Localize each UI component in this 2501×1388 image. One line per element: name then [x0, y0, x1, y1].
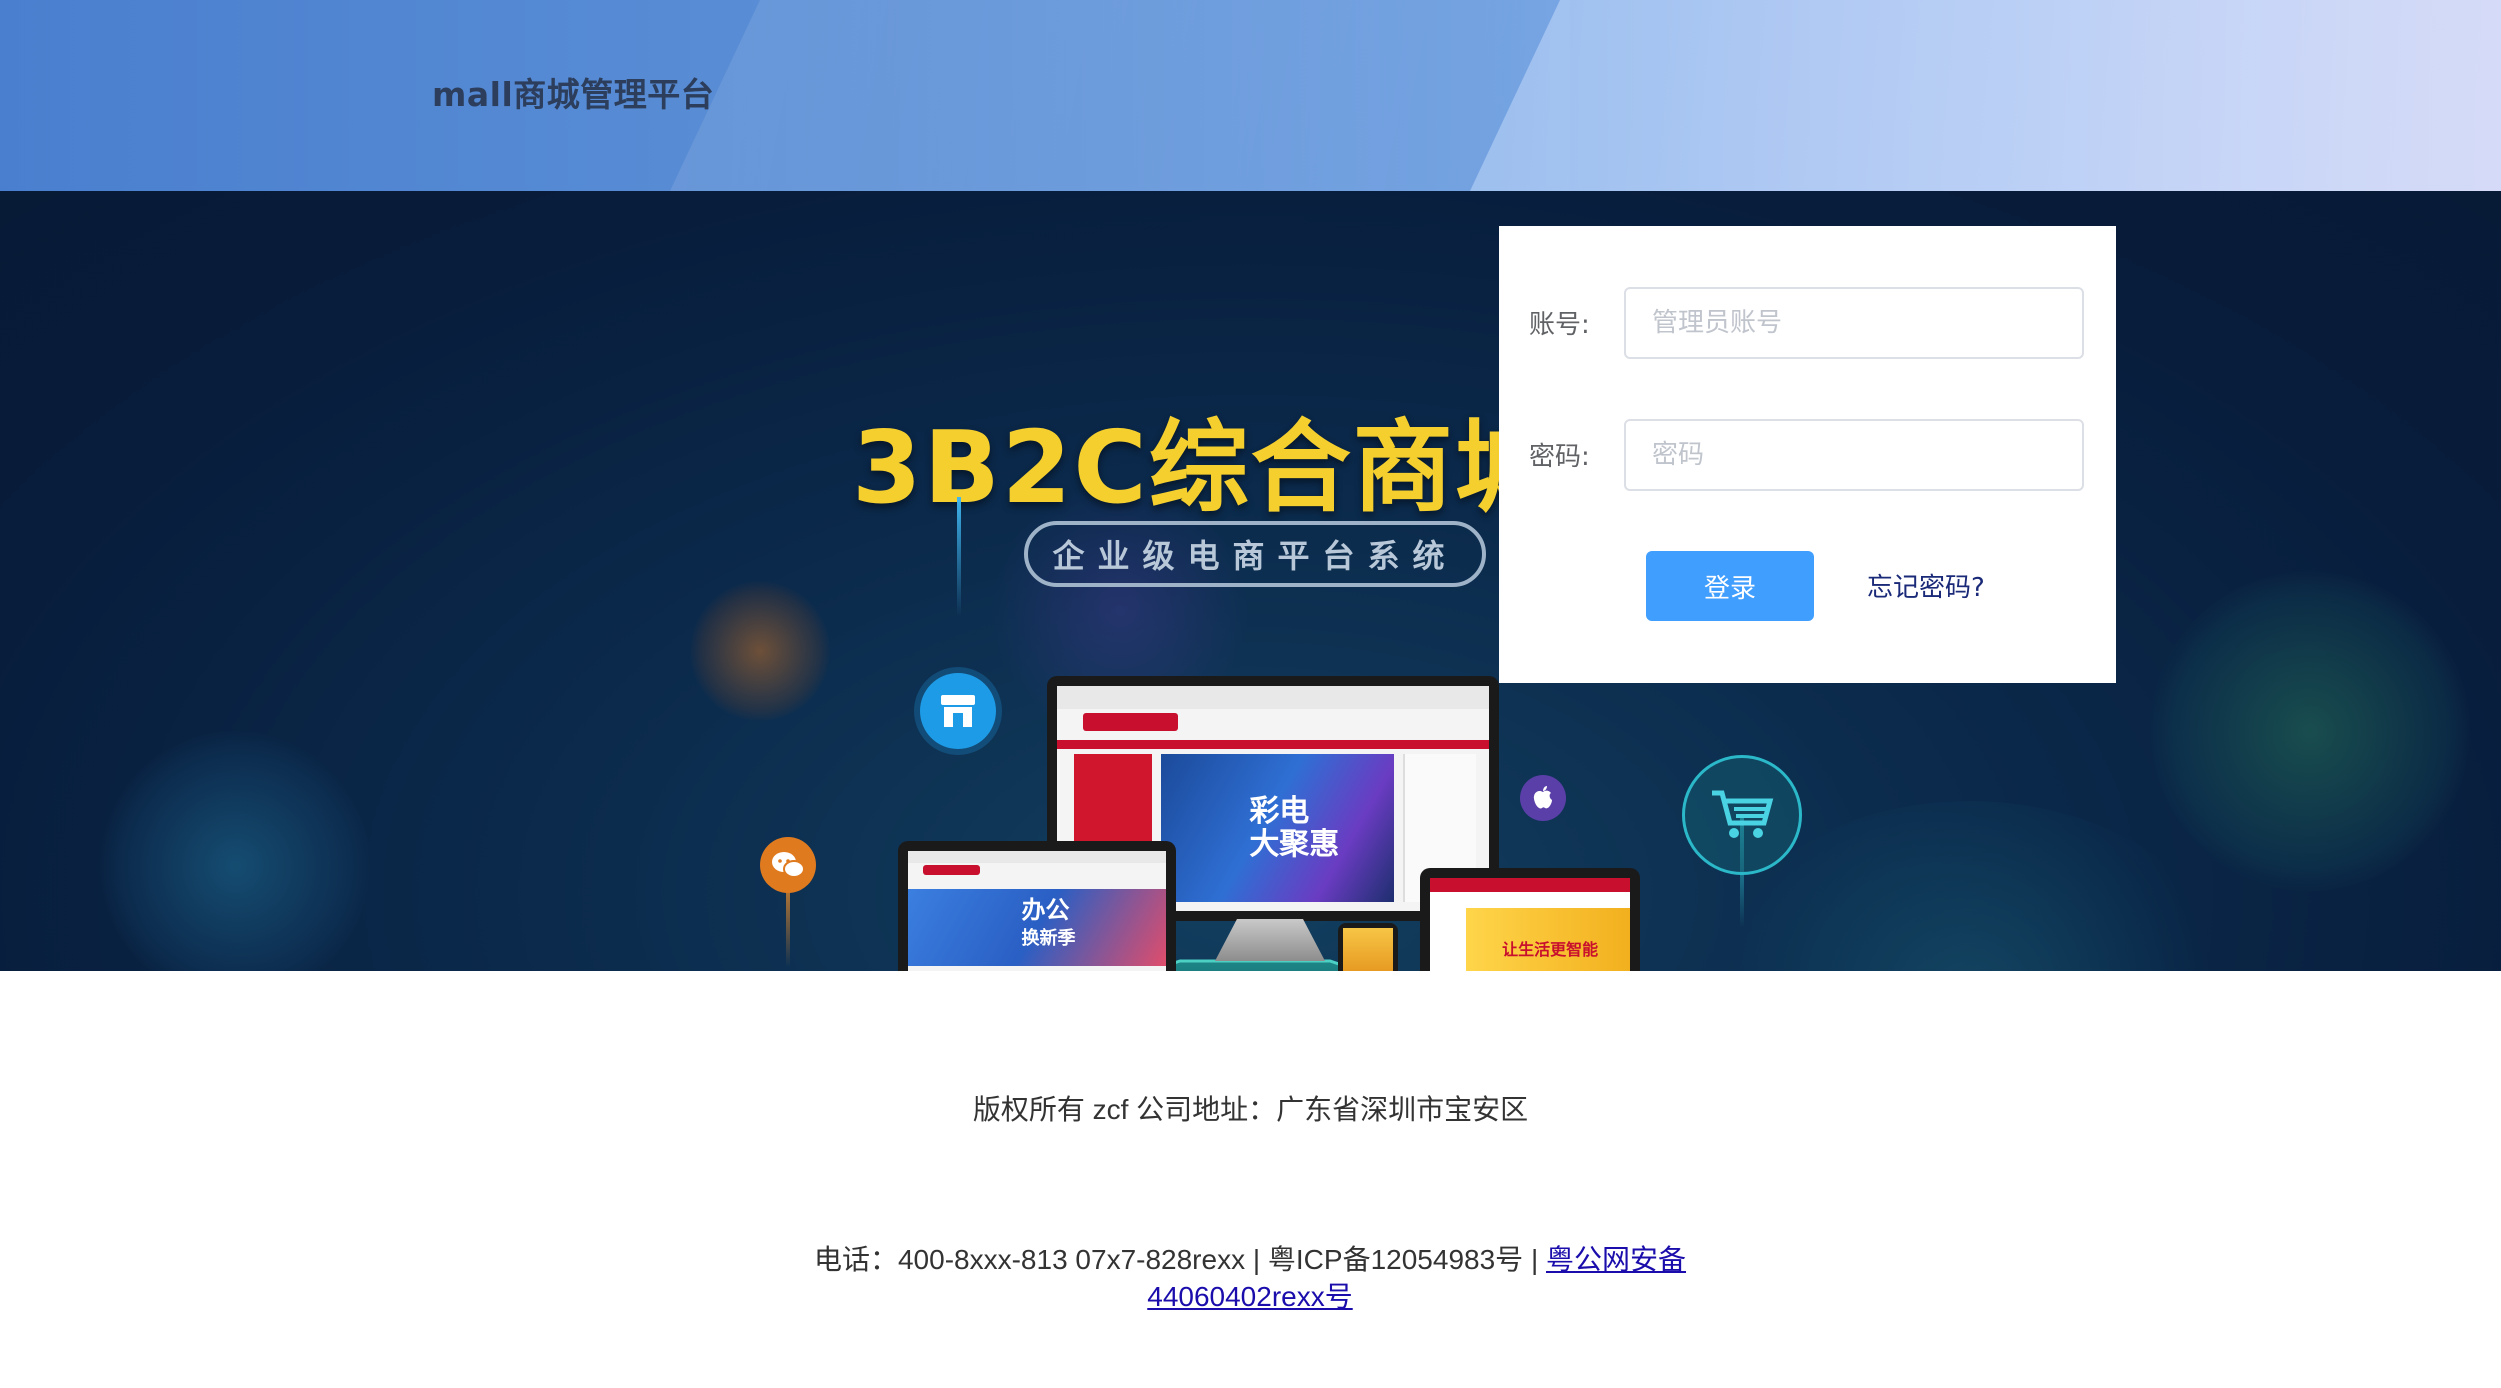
footer-contact-text: 电话：400-8xxx-813 07x7-828rexx | 粤ICP备1205…: [813, 1244, 1546, 1275]
forgot-password-link[interactable]: 忘记密码?: [1867, 567, 1985, 604]
top-header: mall商城管理平台: [0, 0, 2501, 191]
bg-glow-orange: [690, 581, 830, 721]
monitor-promo-banner: 彩电 大聚惠: [1160, 753, 1394, 902]
apple-icon: [1520, 775, 1566, 821]
laptop-text: 让生活更智能: [1502, 940, 1599, 959]
phone-device: [1338, 923, 1398, 971]
laptop-device: 让生活更智能: [1420, 868, 1640, 971]
account-input[interactable]: [1624, 287, 2084, 359]
login-button[interactable]: 登录: [1646, 551, 1814, 621]
banner-subtitle: 企业级电商平台系统: [1024, 521, 1486, 587]
tablet-promo-banner: 办公 换新季: [908, 889, 1166, 967]
password-label: 密码:: [1529, 442, 1590, 472]
laptop-promo-banner: 让生活更智能: [1466, 908, 1630, 971]
login-card: 账号: 密码: 登录 忘记密码?: [1499, 226, 2116, 683]
account-label: 账号:: [1529, 310, 1590, 340]
bg-glow-left: [100, 731, 370, 971]
monitor-stand: [1215, 919, 1325, 961]
bg-glow-right: [2150, 571, 2470, 891]
tablet-text-2: 换新季: [1021, 928, 1076, 950]
header-decor-facet-light: [1470, 0, 2501, 191]
cart-icon: [1682, 755, 1802, 875]
platform-title: mall商城管理平台: [432, 75, 715, 114]
wechat-icon: [760, 837, 816, 893]
password-input[interactable]: [1624, 419, 2084, 491]
hero-banner: 3B2C综合商城系 企业级电商平台系统 彩电 大聚惠 办公 换新季 让生活更智能: [0, 191, 2501, 971]
footer-copyright: 版权所有 zcf 公司地址：广东省深圳市宝安区: [972, 1094, 1529, 1125]
store-pin: [957, 497, 961, 617]
header-decor-facet: [670, 0, 1570, 191]
store-icon: [920, 673, 996, 749]
shop-logo: [1082, 713, 1178, 731]
promo-text-2: 大聚惠: [1249, 827, 1340, 863]
promo-text-1: 彩电: [1249, 794, 1310, 830]
footer-contact: 电话：400-8xxx-813 07x7-828rexx | 粤ICP备1205…: [800, 1241, 1700, 1315]
tablet-device: 办公 换新季: [898, 841, 1176, 971]
tablet-text-1: 办公: [1021, 896, 1070, 925]
